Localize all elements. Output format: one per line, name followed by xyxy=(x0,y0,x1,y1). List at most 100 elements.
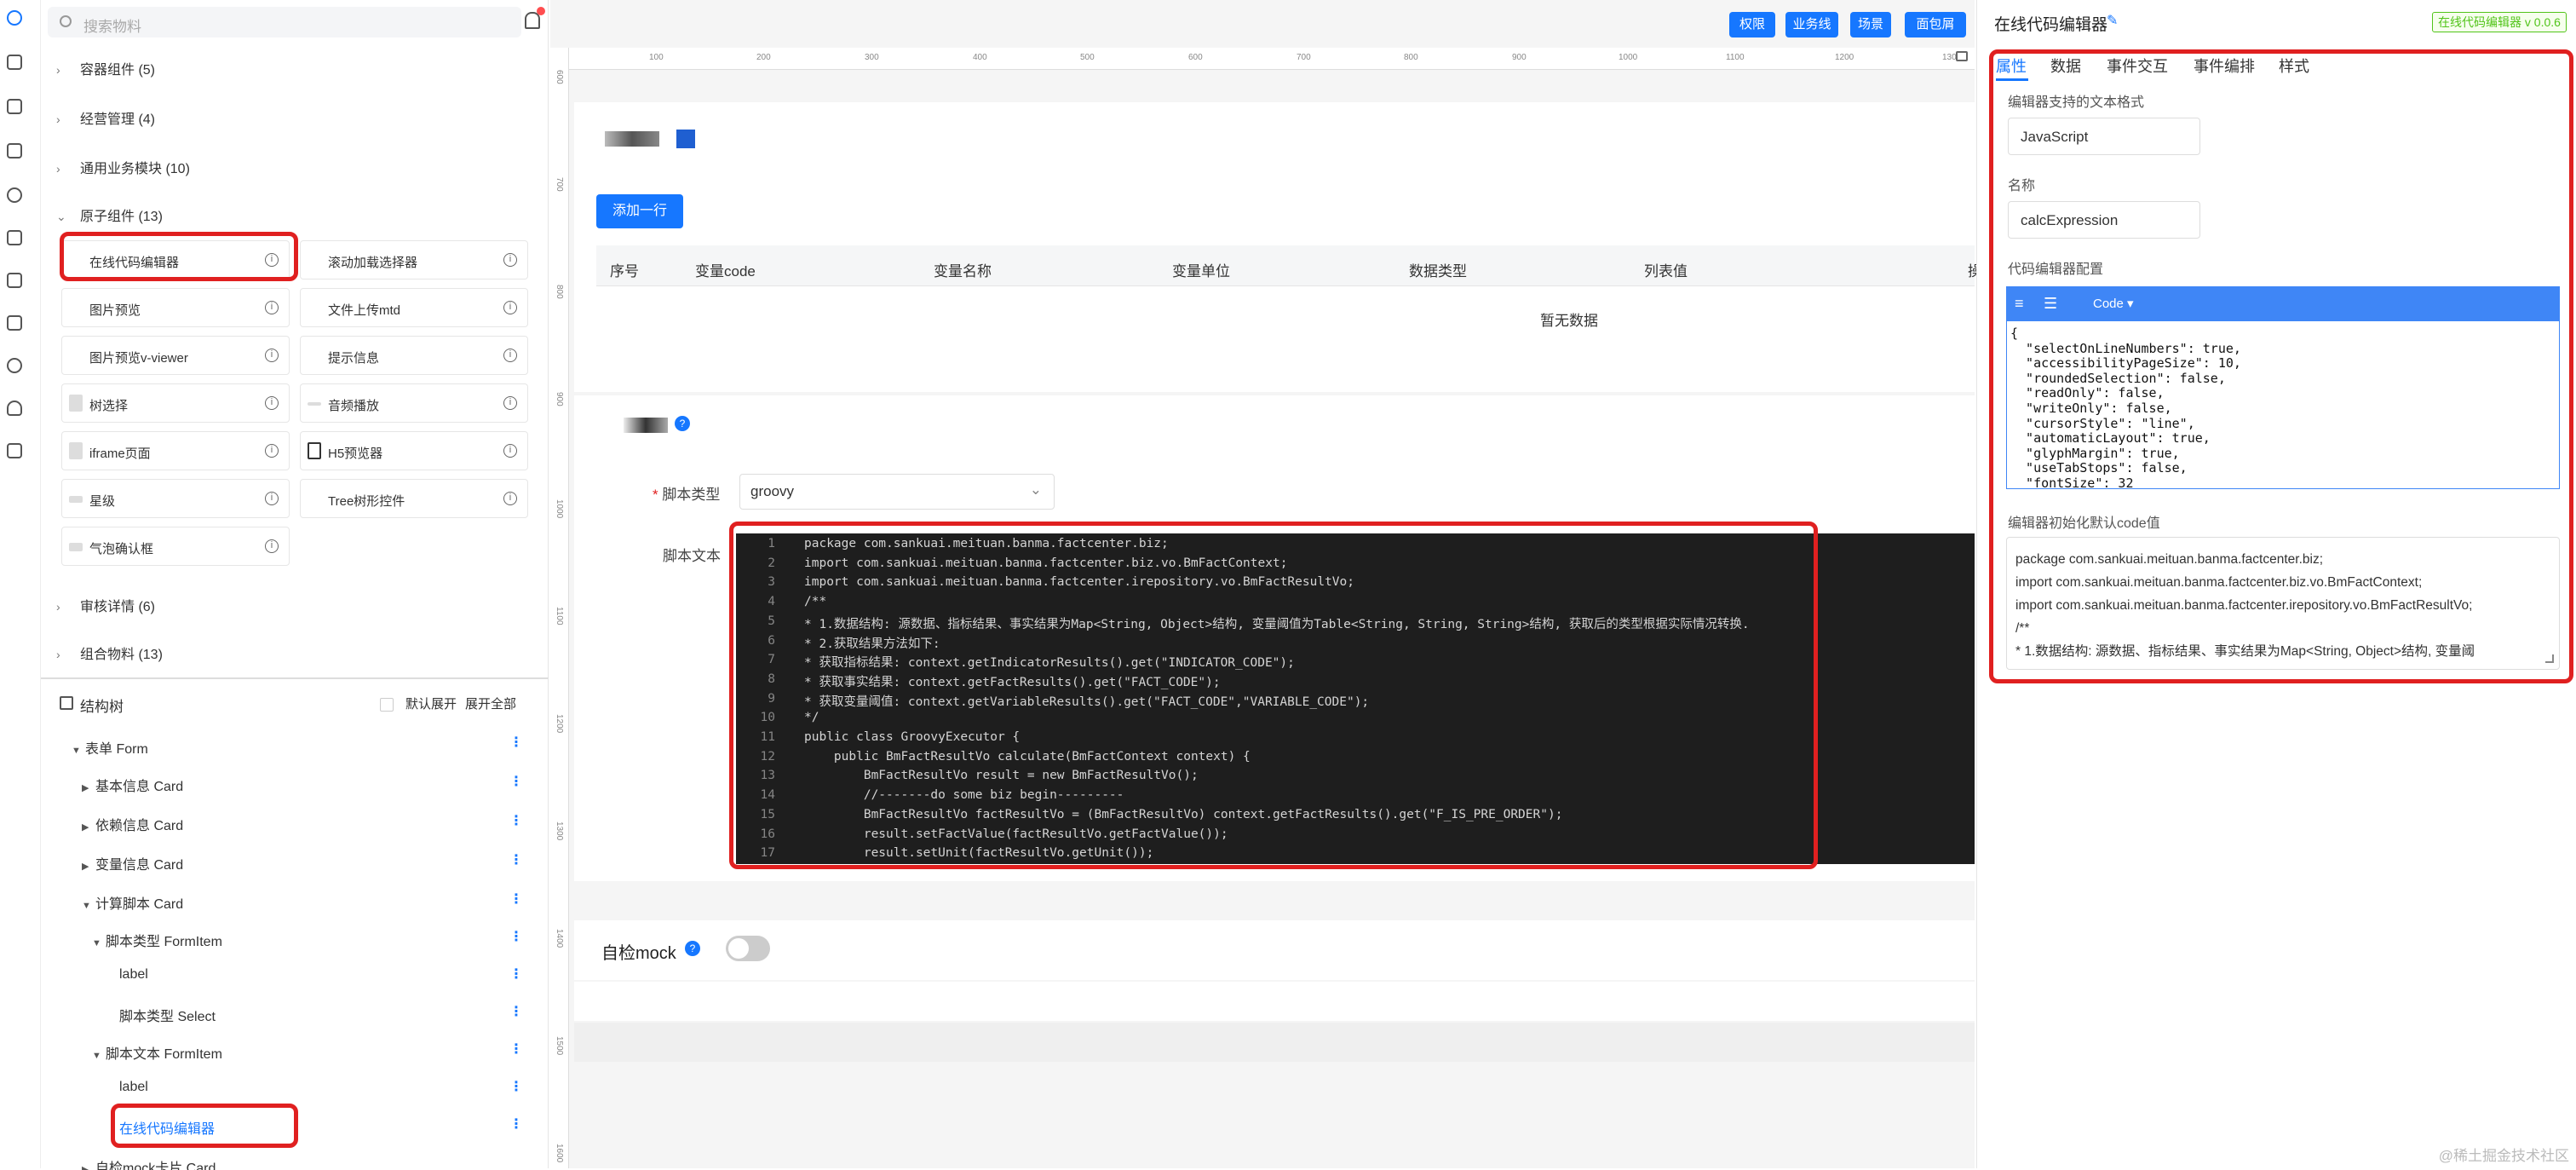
code-line[interactable]: 13 BmFactResultVo result = new BmFactRes… xyxy=(736,769,1975,788)
code-line[interactable]: 9 * 获取变量阈值: context.getVariableResults().… xyxy=(736,692,1975,712)
atom-card[interactable]: 滚动加载选择器 i xyxy=(300,240,528,280)
info-icon[interactable]: i xyxy=(265,444,279,458)
tab-properties[interactable]: 属性 xyxy=(1996,55,2027,77)
tree-node[interactable]: ▶ 基本信息 Card xyxy=(82,775,183,795)
atom-card[interactable]: 文件上传mtd i xyxy=(300,288,528,327)
group-container[interactable]: › 容器组件 (5) xyxy=(56,58,155,78)
database-icon[interactable] xyxy=(7,55,22,70)
more-icon[interactable]: ⋮ xyxy=(509,773,523,790)
expand-all-link[interactable]: 展开全部 xyxy=(465,695,516,712)
mode-select[interactable]: Code ▾ xyxy=(2093,296,2134,311)
tab-style[interactable]: 样式 xyxy=(2279,55,2309,77)
atom-card[interactable]: 气泡确认框 i xyxy=(61,527,290,566)
code-line[interactable]: 14 //-------do some biz begin--------- xyxy=(736,788,1975,808)
code-line[interactable]: 3 import com.sankuai.meituan.banma.factce… xyxy=(736,575,1975,595)
login-icon[interactable] xyxy=(7,315,22,331)
default-expand-checkbox[interactable] xyxy=(380,698,394,712)
name-input[interactable]: calcExpression xyxy=(2008,201,2200,239)
tree-node[interactable]: label xyxy=(119,1080,148,1095)
group-audit[interactable]: › 审核详情 (6) xyxy=(56,595,155,615)
help-icon[interactable]: ? xyxy=(675,416,690,431)
info-icon[interactable]: i xyxy=(265,492,279,505)
info-icon[interactable]: i xyxy=(265,301,279,314)
logo-icon[interactable] xyxy=(7,10,22,26)
info-icon[interactable]: i xyxy=(503,301,517,314)
breadcrumb-button[interactable]: 面包屑 xyxy=(1905,12,1966,37)
code-line[interactable]: 15 BmFactResultVo factResultVo = (BmFact… xyxy=(736,808,1975,827)
code-line[interactable]: 16 result.setFactValue(factResultVo.getF… xyxy=(736,827,1975,847)
add-row-button[interactable]: 添加一行 xyxy=(596,194,683,228)
resize-handle-icon[interactable] xyxy=(2545,654,2554,663)
code-line[interactable]: 8 * 获取事实结果: context.getFactResults().get(… xyxy=(736,672,1975,692)
scene-button[interactable]: 场景 xyxy=(1850,12,1891,37)
format-input[interactable]: JavaScript xyxy=(2008,118,2200,155)
lock-icon[interactable] xyxy=(1956,51,1968,61)
tree-node-selected[interactable]: 在线代码编辑器 xyxy=(119,1117,215,1138)
script-type-select[interactable]: groovy ⌄ xyxy=(739,474,1055,510)
code-line[interactable]: 1 package com.sankuai.meituan.banma.factc… xyxy=(736,537,1975,556)
crop-icon[interactable] xyxy=(7,230,22,245)
info-icon[interactable]: i xyxy=(503,492,517,505)
tab-orchestration[interactable]: 事件编排 xyxy=(2194,55,2255,77)
tree-node[interactable]: ▼ 脚本文本 FormItem xyxy=(92,1042,222,1063)
code-line[interactable]: 6 * 2.获取结果方法如下: xyxy=(736,634,1975,654)
checklist-icon[interactable] xyxy=(7,273,22,288)
atom-card[interactable]: 图片预览v-viewer i xyxy=(61,336,290,375)
tree-node[interactable]: ▼ 表单 Form xyxy=(72,737,148,758)
hierarchy-icon[interactable] xyxy=(7,443,22,458)
code-line[interactable]: 7 * 获取指标结果: context.getIndicatorResults()… xyxy=(736,653,1975,672)
tree-node[interactable]: label xyxy=(119,967,148,983)
mock-toggle[interactable] xyxy=(726,936,770,961)
info-icon[interactable]: i xyxy=(503,349,517,362)
atom-card[interactable]: 星级 i xyxy=(61,479,290,518)
code-line[interactable]: 2 import com.sankuai.meituan.banma.factce… xyxy=(736,556,1975,576)
more-icon[interactable]: ⋮ xyxy=(509,928,523,945)
heart-icon[interactable] xyxy=(7,401,22,416)
tree-node[interactable]: ▶ 变量信息 Card xyxy=(82,853,183,873)
json-config-editor[interactable]: { "selectOnLineNumbers": true, "accessib… xyxy=(2006,320,2560,489)
user-icon[interactable] xyxy=(7,358,22,373)
atom-card[interactable]: iframe页面 i xyxy=(61,431,290,470)
tree-node[interactable]: ▼ 计算脚本 Card xyxy=(82,892,183,913)
help-icon[interactable]: ? xyxy=(685,941,700,956)
code-line[interactable]: 5 * 1.数据结构: 源数据、指标结果、事实结果为Map<String, Obj… xyxy=(736,614,1975,634)
more-icon[interactable]: ⋮ xyxy=(509,1115,523,1133)
more-icon[interactable]: ⋮ xyxy=(509,851,523,868)
code-line[interactable]: 17 result.setUnit(factResultVo.getUnit()… xyxy=(736,846,1975,864)
info-icon[interactable]: i xyxy=(265,539,279,553)
document-icon[interactable] xyxy=(7,99,22,114)
atom-card[interactable]: 树选择 i xyxy=(61,383,290,423)
info-icon[interactable]: i xyxy=(265,349,279,362)
tab-data[interactable]: 数据 xyxy=(2050,55,2081,77)
more-icon[interactable]: ⋮ xyxy=(509,1040,523,1058)
info-icon[interactable]: i xyxy=(503,444,517,458)
group-common[interactable]: › 通用业务模块 (10) xyxy=(56,157,190,177)
code-line[interactable]: 11 public class GroovyExecutor { xyxy=(736,730,1975,750)
atom-card[interactable]: Tree树形控件 i xyxy=(300,479,528,518)
code-editor[interactable]: 1 package com.sankuai.meituan.banma.factc… xyxy=(736,533,1975,864)
tab-events[interactable]: 事件交互 xyxy=(2107,55,2168,77)
atom-card[interactable]: 音频播放 i xyxy=(300,383,528,423)
edit-icon[interactable]: ✎ xyxy=(2107,12,2118,29)
group-combined[interactable]: › 组合物料 (13) xyxy=(56,643,163,663)
business-line-button[interactable]: 业务线 xyxy=(1785,12,1838,37)
info-icon[interactable]: i xyxy=(265,253,279,267)
group-atoms[interactable]: ⌄ 原子组件 (13) xyxy=(56,205,163,225)
atom-card[interactable]: H5预览器 i xyxy=(300,431,528,470)
more-icon[interactable]: ⋮ xyxy=(509,812,523,829)
default-code-textarea[interactable]: package com.sankuai.meituan.banma.factce… xyxy=(2006,537,2560,670)
permission-button[interactable]: 权限 xyxy=(1729,12,1775,37)
tree-node[interactable]: ▼ 脚本类型 FormItem xyxy=(92,930,222,950)
terminal-icon[interactable] xyxy=(7,143,22,158)
code-line[interactable]: 4 /** xyxy=(736,595,1975,614)
info-icon[interactable]: i xyxy=(503,396,517,410)
code-line[interactable]: 12 public BmFactResultVo calculate(BmFac… xyxy=(736,750,1975,769)
atom-card[interactable]: 在线代码编辑器 i xyxy=(61,240,290,280)
info-icon[interactable]: i xyxy=(265,396,279,410)
info-icon[interactable]: i xyxy=(503,253,517,267)
group-business[interactable]: › 经营管理 (4) xyxy=(56,107,155,128)
atom-card[interactable]: 提示信息 i xyxy=(300,336,528,375)
more-icon[interactable]: ⋮ xyxy=(509,734,523,751)
tree-node[interactable]: 脚本类型 Select xyxy=(119,1005,216,1025)
more-icon[interactable]: ⋮ xyxy=(509,965,523,983)
